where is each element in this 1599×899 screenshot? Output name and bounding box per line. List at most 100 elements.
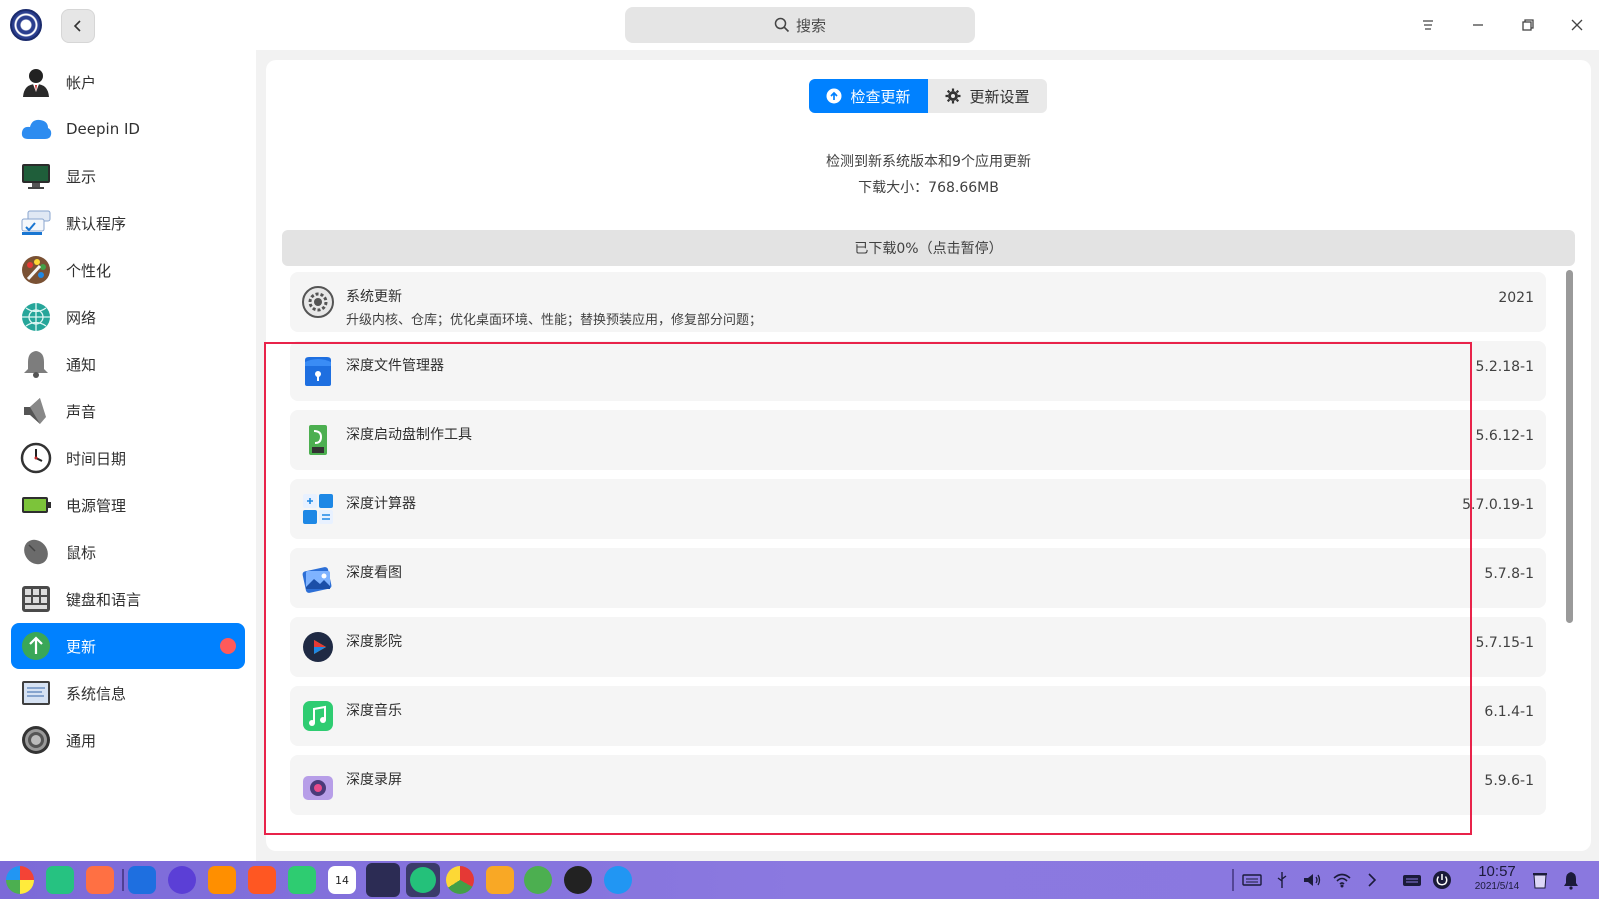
volume-icon[interactable] xyxy=(1302,870,1322,890)
update-item: 深度启动盘制作工具 5.6.12-1 xyxy=(290,410,1546,470)
close-button[interactable] xyxy=(1562,10,1592,40)
control-center-icon[interactable] xyxy=(366,863,400,897)
system-update-gear-icon xyxy=(302,286,334,318)
update-item: 深度录屏 5.9.6-1 xyxy=(290,755,1546,815)
user-account-icon xyxy=(23,69,49,97)
text-editor-icon[interactable] xyxy=(406,863,440,897)
sidebar-item-label: 系统信息 xyxy=(66,684,127,703)
update-badge xyxy=(220,638,236,654)
wechat-icon[interactable] xyxy=(524,866,552,894)
sidebar-item-power[interactable]: 电源管理 xyxy=(11,482,245,528)
monitor-icon xyxy=(22,164,50,189)
control-center-logo-icon xyxy=(10,9,42,41)
update-item-version: 5.7.15-1 xyxy=(1475,635,1535,651)
qq-icon[interactable] xyxy=(564,866,592,894)
file-manager-icon[interactable] xyxy=(128,866,156,894)
chevron-right-icon[interactable] xyxy=(1362,870,1382,890)
taskbar-separator xyxy=(1232,869,1234,891)
update-item-name: 深度录屏 xyxy=(346,772,402,788)
chevron-left-icon xyxy=(73,20,81,32)
boot-maker-icon xyxy=(309,425,327,455)
sidebar-item-display[interactable]: 显示 xyxy=(11,153,245,199)
app-store-icon[interactable] xyxy=(208,866,236,894)
sidebar-item-label: 时间日期 xyxy=(66,449,127,468)
clock[interactable]: 10:57 2021/5/14 xyxy=(1466,863,1528,893)
keyboard-icon xyxy=(22,586,50,612)
sidebar-item-notifications[interactable]: 通知 xyxy=(11,341,245,387)
power-icon[interactable] xyxy=(1432,870,1452,890)
bell-icon xyxy=(24,351,48,378)
sidebar-item-deepin-id[interactable]: Deepin ID xyxy=(11,106,245,152)
mouse-icon xyxy=(24,539,48,565)
menu-icon xyxy=(1423,20,1433,30)
cloud-icon xyxy=(21,119,52,139)
general-settings-icon xyxy=(22,726,50,754)
sidebar-item-update[interactable]: 更新 xyxy=(11,623,245,669)
update-item-version: 2021 xyxy=(1498,290,1534,306)
update-item-version: 5.2.18-1 xyxy=(1475,359,1535,375)
update-item-name: 深度文件管理器 xyxy=(346,358,444,374)
notification-bell-icon[interactable] xyxy=(1561,870,1581,890)
update-item-name: 深度看图 xyxy=(346,565,402,581)
chrome-icon[interactable] xyxy=(446,866,474,894)
sidebar-item-sound[interactable]: 声音 xyxy=(11,388,245,434)
sidebar-item-general[interactable]: 通用 xyxy=(11,717,245,763)
sidebar-item-system-info[interactable]: 系统信息 xyxy=(11,670,245,716)
maximize-button[interactable] xyxy=(1513,10,1543,40)
input-method-icon[interactable] xyxy=(1402,870,1422,890)
battery-icon xyxy=(22,497,51,513)
calendar-icon[interactable]: 14 xyxy=(328,866,356,894)
browser-icon[interactable] xyxy=(168,866,196,894)
update-item-description: 升级内核、仓库；优化桌面环境、性能；替换预装应用，修复部分问题； xyxy=(346,313,763,328)
clock-time: 10:57 xyxy=(1478,863,1516,880)
sidebar-item-label: 通用 xyxy=(66,731,97,750)
sidebar-item-personalization[interactable]: 个性化 xyxy=(11,247,245,293)
palette-icon xyxy=(22,256,50,284)
sidebar-item-label: 默认程序 xyxy=(66,214,127,233)
tab-update-settings[interactable]: 更新设置 xyxy=(928,79,1047,113)
update-item-version: 5.9.6-1 xyxy=(1484,773,1534,789)
update-item: 深度音乐 6.1.4-1 xyxy=(290,686,1546,746)
usb-icon[interactable] xyxy=(1272,870,1292,890)
music-icon[interactable] xyxy=(288,866,316,894)
sidebar-item-network[interactable]: 网络 xyxy=(11,294,245,340)
chat-bubble-icon[interactable] xyxy=(604,866,632,894)
calendar-day: 14 xyxy=(335,873,349,887)
back-button[interactable] xyxy=(61,9,95,43)
launcher-icon[interactable] xyxy=(6,866,34,894)
minimize-button[interactable] xyxy=(1463,10,1493,40)
tab-check-updates[interactable]: 检查更新 xyxy=(809,79,928,113)
update-item: 深度计算器 5.7.0.19-1 xyxy=(290,479,1546,539)
download-progress-button[interactable]: 已下载0%（点击暂停） xyxy=(282,230,1575,266)
update-item-name: 深度计算器 xyxy=(346,496,416,512)
update-list-scrollbar[interactable] xyxy=(1566,270,1573,623)
search-input[interactable]: 搜索 xyxy=(625,7,975,43)
update-list: 系统更新 升级内核、仓库；优化桌面环境、性能；替换预装应用，修复部分问题； 20… xyxy=(290,272,1546,851)
update-item-system: 系统更新 升级内核、仓库；优化桌面环境、性能；替换预装应用，修复部分问题； 20… xyxy=(290,272,1546,332)
update-arrow-icon xyxy=(22,632,50,660)
update-item-name: 深度影院 xyxy=(346,634,402,650)
sidebar-item-label: 显示 xyxy=(66,167,97,186)
sidebar-item-datetime[interactable]: 时间日期 xyxy=(11,435,245,481)
image-viewer-icon[interactable] xyxy=(248,866,276,894)
default-apps-icon xyxy=(21,210,51,235)
sidebar-item-mouse[interactable]: 鼠标 xyxy=(11,529,245,575)
screenshot-icon[interactable] xyxy=(486,866,514,894)
multitasking-icon[interactable] xyxy=(46,866,74,894)
sidebar-item-label: 鼠标 xyxy=(66,543,97,562)
taskbar: 14 10:57 2021/5/14 xyxy=(0,861,1599,899)
keyboard-tray-icon[interactable] xyxy=(1242,870,1262,890)
app-store-grid-icon[interactable] xyxy=(86,866,114,894)
trash-icon[interactable] xyxy=(1530,870,1550,890)
tab-label: 检查更新 xyxy=(850,87,911,106)
wifi-icon[interactable] xyxy=(1332,870,1352,890)
music-icon xyxy=(303,701,333,731)
speaker-icon xyxy=(24,398,46,424)
main-menu-button[interactable] xyxy=(1413,10,1443,40)
sidebar-item-keyboard[interactable]: 键盘和语言 xyxy=(11,576,245,622)
update-item-version: 5.7.0.19-1 xyxy=(1462,497,1534,513)
taskbar-separator xyxy=(122,869,124,891)
sidebar-item-default-apps[interactable]: 默认程序 xyxy=(11,200,245,246)
sidebar-item-accounts[interactable]: 帐户 xyxy=(11,59,245,105)
sidebar-item-label: 电源管理 xyxy=(66,496,127,515)
